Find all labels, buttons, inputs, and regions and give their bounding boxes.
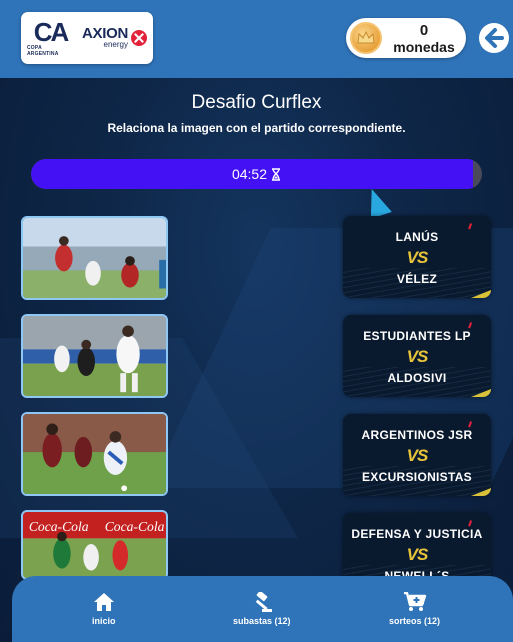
nav-home[interactable]: inicio — [92, 592, 116, 626]
logo-axion-subtext: energy — [103, 40, 128, 49]
home-icon — [93, 593, 114, 611]
home-team: ESTUDIANTES LP — [363, 329, 471, 343]
away-team: ALDOSIVI — [387, 371, 447, 385]
top-bar: CA COPA ARGENTINA AXION energy 0 monedas — [0, 0, 513, 78]
countdown-timer: 04:52 — [31, 159, 482, 189]
timer-text: 04:52 — [231, 166, 268, 182]
cart-plus-icon — [403, 592, 426, 611]
copa-argentina-logo: CA COPA ARGENTINA — [27, 19, 74, 57]
nav-sorteos[interactable]: sorteos (12) — [389, 592, 440, 626]
page-subtitle: Relaciona la imagen con el partido corre… — [107, 121, 406, 135]
axion-logo: AXION energy — [81, 25, 147, 49]
axion-x-icon — [131, 30, 147, 46]
nav-subastas[interactable]: subastas (12) — [233, 592, 291, 626]
match-card-2[interactable]: ESTUDIANTES LP VS ALDOSIVI — [343, 315, 491, 397]
match-card-1[interactable]: LANÚS VS VÉLEZ — [343, 216, 491, 298]
back-button[interactable] — [479, 23, 509, 53]
nav-home-label: inicio — [92, 616, 116, 626]
hourglass-icon — [272, 167, 281, 181]
nav-subastas-label: subastas (12) — [233, 616, 291, 626]
vs-icon: VS — [406, 248, 429, 267]
match-photo-4[interactable]: Coca-Cola Coca-Cola — [21, 510, 168, 580]
home-team: ARGENTINOS JSR — [361, 428, 473, 442]
arrow-left-icon — [480, 24, 508, 52]
page-title: Desafio Curflex — [191, 92, 322, 113]
vs-icon: VS — [406, 347, 429, 366]
coins-value: 0 — [419, 21, 429, 39]
svg-text:Coca-Cola: Coca-Cola — [29, 519, 89, 534]
away-team: EXCURSIONISTAS — [362, 470, 472, 484]
sponsor-logo: CA COPA ARGENTINA AXION energy — [21, 12, 153, 64]
logo-ca-subtext: COPA ARGENTINA — [27, 45, 59, 57]
vs-icon: VS — [406, 446, 429, 465]
vs-icon: VS — [406, 545, 429, 564]
bottom-navigation: inicio subastas (12) sorteos (12) — [12, 576, 513, 642]
match-card-3[interactable]: ARGENTINOS JSR VS EXCURSIONISTAS — [343, 414, 491, 496]
match-photo-3[interactable] — [21, 412, 168, 496]
home-team: DEFENSA Y JUSTICIA — [351, 527, 483, 541]
nav-sorteos-label: sorteos (12) — [389, 616, 441, 626]
logo-ca-text: CA — [33, 17, 70, 47]
svg-text:Coca-Cola: Coca-Cola — [105, 519, 165, 534]
away-team: VÉLEZ — [396, 272, 438, 286]
coins-label: monedas — [393, 38, 455, 55]
logo-axion-text: AXION — [81, 25, 128, 42]
match-photo-2[interactable] — [21, 314, 168, 398]
home-team: LANÚS — [395, 230, 439, 244]
match-photo-1[interactable] — [21, 216, 168, 300]
crown-coin-icon — [350, 22, 382, 54]
gavel-icon — [255, 592, 272, 612]
coins-badge: 0 monedas — [346, 18, 466, 58]
